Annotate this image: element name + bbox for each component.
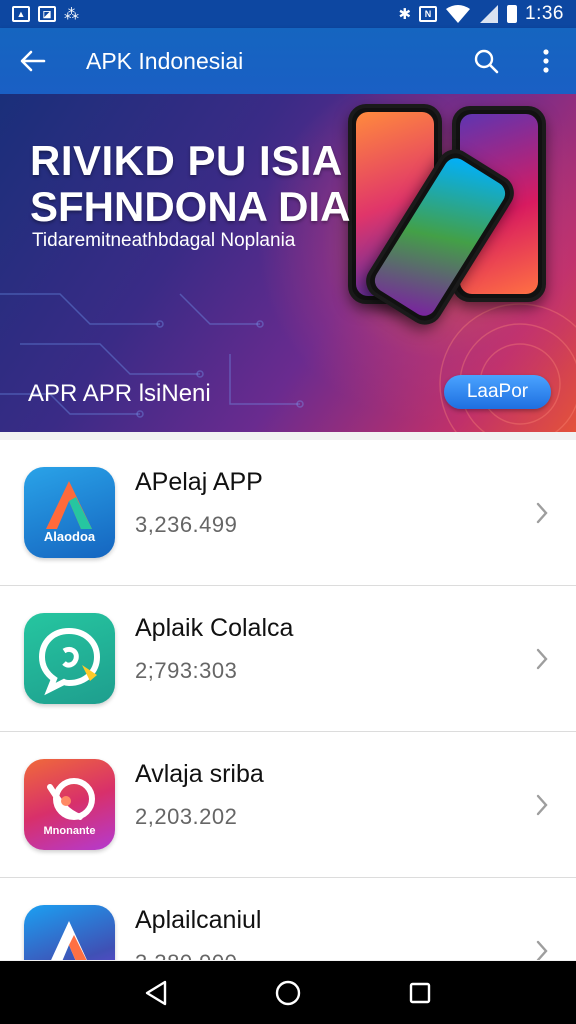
app-icon: Alaodoa [24,467,115,558]
status-time: 1:36 [525,3,564,24]
apps-icon: ⁂ [64,6,79,23]
status-bar: ▲ ◪ ⁂ ✱ N 1:36 [0,0,576,28]
image-icon: ▲ [12,6,30,22]
banner-button[interactable]: LaaPor [444,375,551,409]
app-download-count: 2;793:303 [135,658,238,683]
app-icon [24,905,115,960]
back-triangle-icon [145,980,167,1005]
app-download-count: 3,236.499 [135,512,238,537]
status-bar-right: ✱ N 1:36 [398,3,564,25]
system-nav-bar [0,961,576,1024]
chevron-right-icon [532,498,552,528]
chat-bubble-icon [38,627,101,696]
promo-banner[interactable]: RIVIKD PU ISIA SFHNDONA DIA Tidaremitnea… [0,94,576,432]
app-name: Aplaik Colalca [135,614,294,642]
list-item[interactable]: Aplailcaniul 3,380.900 [0,878,576,960]
banner-footer-text: APR APR lsiNeni [28,380,211,407]
arrow-left-icon [20,50,46,72]
more-vert-icon [543,49,549,73]
page-title: APK Indonesiai [86,47,244,74]
app-name: Avlaja sriba [135,760,264,788]
recents-square-icon [409,982,431,1003]
list-item[interactable]: Alaodoa APelaj APP 3,236.499 [0,440,576,586]
bluetooth-icon: ✱ [398,6,412,23]
list-item[interactable]: Aplaik Colalca 2;793:303 [0,586,576,732]
signal-icon [480,5,499,23]
list-item[interactable]: Mnonante Avlaja sriba 2,203.202 [0,732,576,878]
home-circle-icon [275,980,301,1005]
letter-a-icon [46,481,92,529]
app-download-count: 3,380.900 [135,950,237,960]
banner-headline-2: SFHNDONA DIA [30,183,351,230]
app-download-count: 2,203.202 [135,804,238,829]
app-icon-label: Mnonante [43,825,96,837]
nav-recents-button[interactable] [390,968,450,1018]
banner-headline-1: RIVIKD PU ISIA [30,137,343,184]
chevron-right-icon [532,936,552,960]
app-icon [24,613,115,704]
chevron-right-icon [532,790,552,820]
status-bar-left: ▲ ◪ ⁂ [12,5,79,23]
search-button[interactable] [456,28,516,94]
chevron-right-icon [532,644,552,674]
photo-icon: ◪ [38,6,56,22]
back-button[interactable] [0,28,66,94]
app-icon: Mnonante [24,759,115,850]
battery-icon [507,5,518,23]
app-bar: APK Indonesiai [0,28,576,94]
nfc-icon: N [419,6,438,22]
nav-back-button[interactable] [126,968,186,1018]
more-options-button[interactable] [516,28,576,94]
app-icon-label: Alaodoa [43,529,96,544]
search-icon [474,49,499,74]
app-list: Alaodoa APelaj APP 3,236.499 Aplaik Cola… [0,440,576,960]
app-name: Aplailcaniul [135,906,262,934]
app-name: APelaj APP [135,468,263,496]
banner-subtitle: Tidaremitneathbdagal Noplania [32,230,296,251]
letter-a-icon [51,921,87,960]
wifi-icon [446,5,471,23]
nav-home-button[interactable] [258,968,318,1018]
